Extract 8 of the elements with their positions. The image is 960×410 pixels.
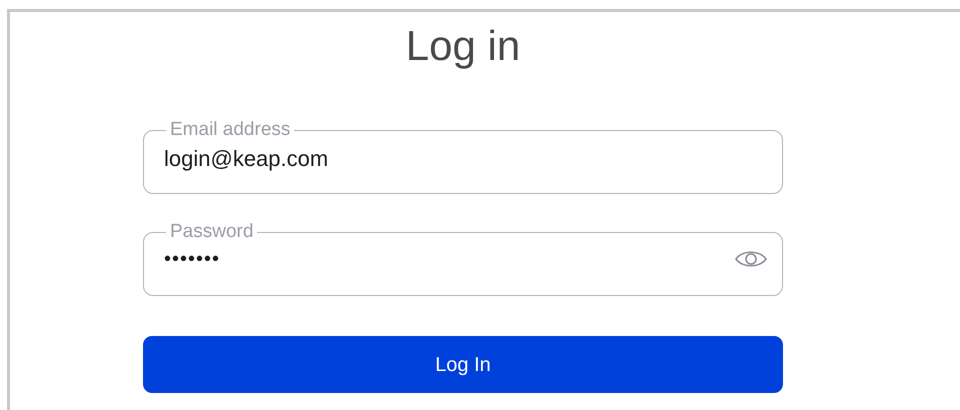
password-field[interactable]: ••••••• bbox=[164, 244, 734, 274]
text-field[interactable]: Password ••••••• bbox=[143, 222, 783, 296]
text-field[interactable]: Email address login@keap.com bbox=[143, 120, 783, 194]
login-button[interactable]: Log In bbox=[143, 336, 783, 393]
email-field[interactable]: login@keap.com bbox=[164, 142, 768, 175]
field-label: Password bbox=[170, 221, 254, 242]
field-label: Email address bbox=[170, 119, 290, 140]
page-title: Log in bbox=[406, 22, 520, 70]
